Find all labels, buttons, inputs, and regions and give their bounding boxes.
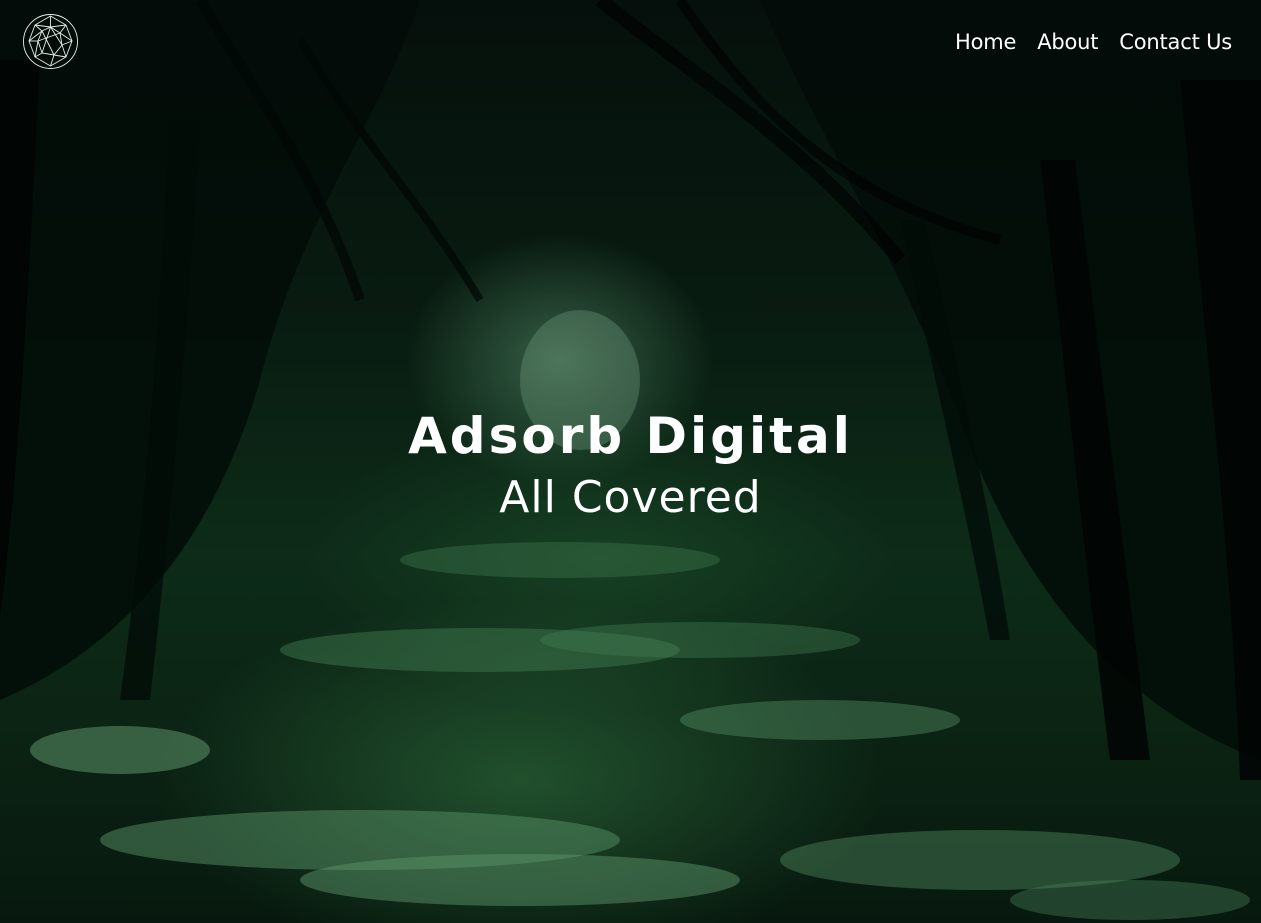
nav-link-contact-us[interactable]: Contact Us bbox=[1119, 28, 1232, 56]
nav-link-home[interactable]: Home bbox=[955, 28, 1016, 56]
hero-title: Adsorb Digital bbox=[408, 407, 853, 465]
hero-subtitle: All Covered bbox=[499, 472, 762, 523]
nav-link-about[interactable]: About bbox=[1037, 28, 1098, 56]
geodesic-sphere-icon[interactable] bbox=[22, 13, 79, 70]
hero-headline: Adsorb Digital All Covered bbox=[0, 402, 1261, 530]
hero-section: Home About Contact Us Adsorb Digital All… bbox=[0, 0, 1261, 923]
main-nav: Home About Contact Us bbox=[955, 28, 1232, 56]
